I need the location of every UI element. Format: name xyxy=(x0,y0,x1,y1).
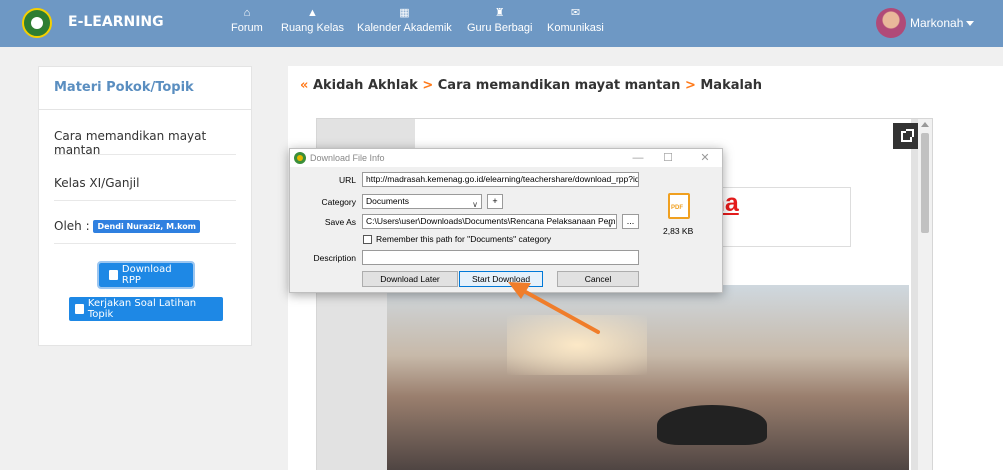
divider xyxy=(54,200,236,201)
remember-path-label[interactable]: Remember this path for "Documents" categ… xyxy=(376,234,551,244)
class-info: Kelas XI/Ganjil xyxy=(54,176,140,190)
breadcrumb-separator: > xyxy=(684,78,696,93)
breadcrumb-separator: > xyxy=(422,78,434,93)
photo-bicycle-seat xyxy=(657,405,767,445)
file-size: 2,83 KB xyxy=(663,226,694,236)
download-later-button[interactable]: Download Later xyxy=(362,271,458,287)
divider xyxy=(54,243,236,244)
topic-panel: Materi Pokok/Topik Cara memandikan mayat… xyxy=(38,66,252,346)
nav-guru-berbagi[interactable]: ♜ Guru Berbagi xyxy=(467,6,532,36)
dialog-titlebar[interactable]: Download File Info — ☐ ✕ xyxy=(290,149,722,167)
chevron-down-icon: ∨ xyxy=(607,220,613,229)
nav-komunikasi-label: Komunikasi xyxy=(547,22,604,34)
url-field[interactable]: http://madrasah.kemenag.go.id/elearning/… xyxy=(362,172,639,187)
logo-icon[interactable] xyxy=(22,8,52,38)
home-icon: ⌂ xyxy=(243,7,251,19)
author-label: Oleh : xyxy=(54,219,90,233)
add-category-button[interactable]: + xyxy=(487,194,503,209)
divider xyxy=(39,109,251,110)
topic-name: Cara memandikan mayat mantan xyxy=(54,129,207,157)
nav-kalender[interactable]: ▦ Kalender Akademik xyxy=(357,6,452,36)
chevron-down-icon: ∨ xyxy=(472,200,478,209)
author-row: Oleh : Dendi Nuraziz, M.kom xyxy=(54,219,201,233)
avatar[interactable] xyxy=(876,8,906,38)
divider xyxy=(54,154,236,155)
saveas-label: Save As xyxy=(324,217,356,227)
breadcrumb: « Akidah Akhlak > Cara memandikan mayat … xyxy=(300,78,762,93)
nav-guru-berbagi-label: Guru Berbagi xyxy=(467,22,533,34)
topic-panel-title: Materi Pokok/Topik xyxy=(54,80,194,95)
category-value: Documents xyxy=(366,196,409,206)
nav-komunikasi[interactable]: ✉ Komunikasi xyxy=(547,6,604,36)
category-label: Category xyxy=(321,197,357,207)
top-nav: E-LEARNING ⌂ Forum ▲ Ruang Kelas ▦ Kalen… xyxy=(0,0,1003,47)
nav-forum-label: Forum xyxy=(231,22,263,34)
pdf-icon-text: PDF xyxy=(671,205,683,211)
username-label: Markonah xyxy=(910,16,964,30)
author-badge: Dendi Nuraziz, M.kom xyxy=(93,220,201,233)
back-icon[interactable]: « xyxy=(300,78,308,93)
start-download-button[interactable]: Start Download xyxy=(459,271,543,287)
edit-icon xyxy=(75,304,84,314)
nav-ruang-kelas[interactable]: ▲ Ruang Kelas xyxy=(281,6,344,36)
category-select[interactable]: Documents ∨ xyxy=(362,194,482,209)
photo-sunlight xyxy=(507,315,647,375)
breadcrumb-item[interactable]: Cara memandikan mayat mantan xyxy=(438,78,681,93)
teacher-icon: ♜ xyxy=(494,7,505,19)
breadcrumb-item: Makalah xyxy=(700,78,762,93)
close-button[interactable]: ✕ xyxy=(695,151,715,165)
minimize-button[interactable]: — xyxy=(628,151,648,165)
nav-forum[interactable]: ⌂ Forum xyxy=(231,6,263,36)
scroll-up-icon[interactable] xyxy=(921,122,929,127)
url-label: URL xyxy=(338,175,356,185)
maximize-button[interactable]: ☐ xyxy=(658,151,678,165)
kerjakan-soal-label: Kerjakan Soal Latihan Topik xyxy=(87,298,197,320)
pdf-file-icon: PDF xyxy=(668,193,690,219)
download-rpp-button[interactable]: Download RPP xyxy=(97,261,195,289)
document-photo xyxy=(387,285,909,470)
download-rpp-label: Download RPP xyxy=(121,264,172,286)
mail-icon: ✉ xyxy=(570,7,581,19)
cancel-button[interactable]: Cancel xyxy=(557,271,639,287)
scrollbar[interactable] xyxy=(918,119,932,470)
user-menu[interactable]: Markonah xyxy=(910,16,975,30)
nav-ruang-kelas-label: Ruang Kelas xyxy=(281,22,344,34)
idm-icon xyxy=(294,152,306,164)
dialog-title: Download File Info xyxy=(310,153,385,163)
caret-down-icon xyxy=(966,21,975,27)
file-icon xyxy=(109,270,118,280)
calendar-icon: ▦ xyxy=(399,7,410,19)
saveas-value: C:\Users\user\Downloads\Documents\Rencan… xyxy=(366,216,616,226)
remember-path-checkbox[interactable] xyxy=(363,235,372,244)
brand-title[interactable]: E-LEARNING xyxy=(68,14,164,30)
nav-kalender-label: Kalender Akademik xyxy=(357,22,452,34)
kerjakan-soal-button[interactable]: Kerjakan Soal Latihan Topik xyxy=(69,297,223,321)
download-file-info-dialog: Download File Info — ☐ ✕ URL http://madr… xyxy=(289,148,723,293)
description-label: Description xyxy=(313,253,356,263)
scroll-thumb[interactable] xyxy=(921,133,929,233)
saveas-field[interactable]: C:\Users\user\Downloads\Documents\Rencan… xyxy=(362,214,617,229)
breadcrumb-item[interactable]: Akidah Akhlak xyxy=(313,78,418,93)
description-field[interactable] xyxy=(362,250,639,265)
popout-icon[interactable] xyxy=(893,123,919,149)
browse-button[interactable]: ... xyxy=(622,214,639,229)
class-icon: ▲ xyxy=(307,7,318,19)
